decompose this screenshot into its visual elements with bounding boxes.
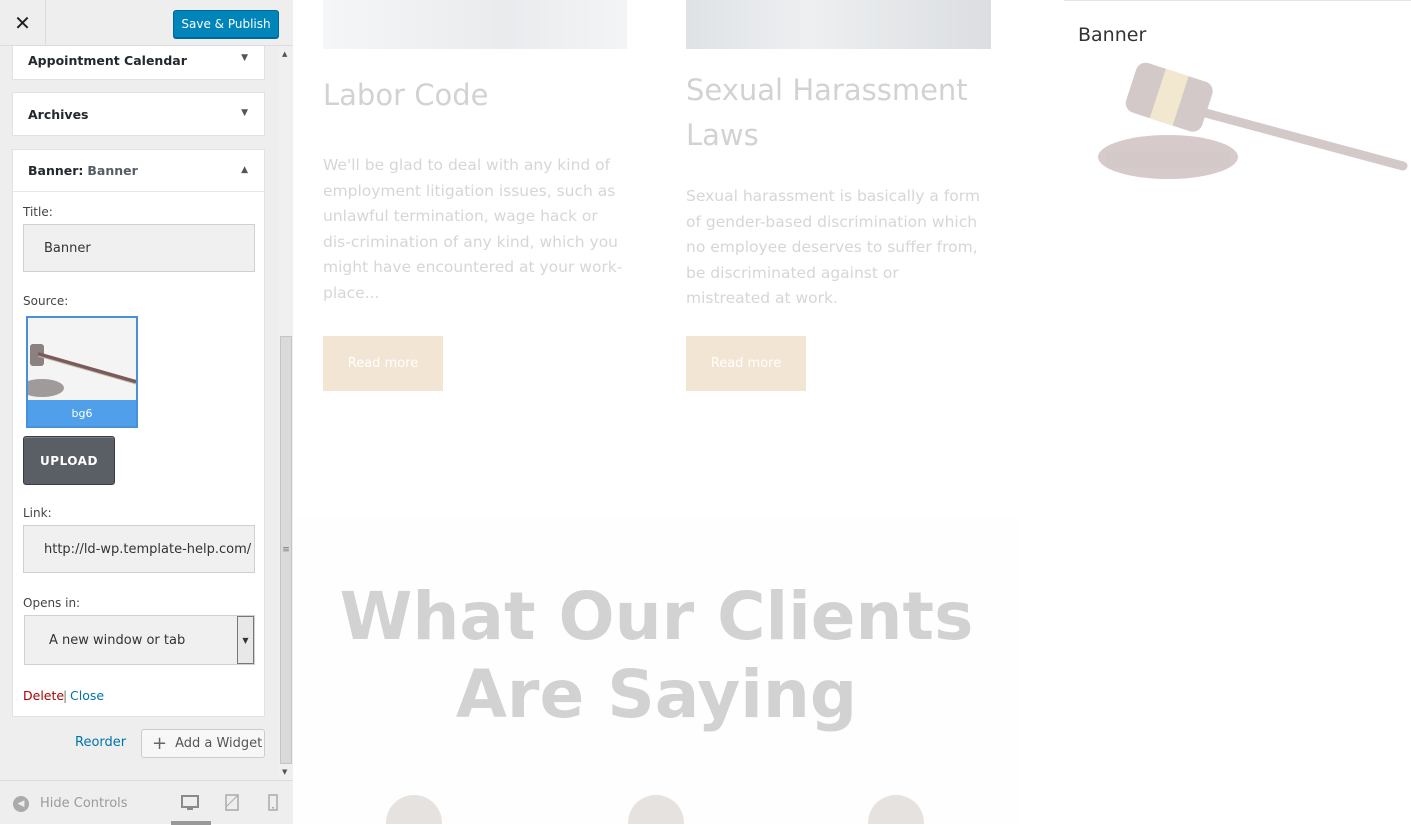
close-customizer-button[interactable]: ✕ [0, 0, 46, 46]
card-title: Labor Code [323, 78, 489, 112]
widget-appointment-calendar[interactable]: Appointment Calendar ▼ [12, 46, 265, 80]
arrow-down-icon[interactable]: ▼ [241, 108, 248, 118]
tablet-icon[interactable] [223, 794, 241, 812]
banner-widget-title-visible: Banner [1078, 24, 1147, 46]
active-device-indicator [171, 821, 211, 825]
arrow-down-icon[interactable]: ▼ [241, 53, 248, 63]
hide-controls-button[interactable]: Hide Controls [40, 796, 128, 811]
add-widget-button[interactable]: + Add a Widget [141, 729, 265, 758]
close-widget-link[interactable]: Close [70, 688, 104, 703]
card-text: We'll be glad to deal with any kind of e… [323, 156, 623, 302]
source-label: Source: [23, 294, 69, 308]
widget-header[interactable]: Banner: Banner ▲ [13, 150, 264, 192]
opens-in-value: A new window or tab [49, 632, 186, 648]
widget-panel: Appointment Calendar ▼ Archives ▼ Banner… [0, 46, 279, 780]
title-label: Title: [23, 205, 53, 219]
opens-in-label: Opens in: [23, 596, 81, 610]
delete-widget-link[interactable]: Delete [23, 688, 64, 703]
scrollbar-thumb[interactable]: ≡ [280, 336, 292, 764]
widget-title: Banner: [28, 163, 84, 178]
title-input[interactable]: Banner [23, 224, 255, 272]
site-preview: Labor Code We'll be glad to deal with an… [294, 0, 1411, 824]
close-icon: ✕ [14, 11, 31, 35]
widget-title: Archives [28, 106, 89, 122]
link-label: Link: [23, 506, 52, 520]
read-more-button[interactable]: Read more [323, 336, 443, 391]
save-publish-button[interactable]: Save & Publish [173, 10, 279, 38]
arrow-up-icon[interactable]: ▲ [241, 165, 248, 175]
scroll-up-arrow-icon[interactable]: ▲ [282, 50, 287, 58]
hide-controls-icon[interactable]: ◀ [13, 796, 29, 812]
plus-icon: + [152, 732, 168, 754]
source-image-thumbnail[interactable]: bg6 [26, 316, 138, 428]
opens-in-select[interactable]: A new window or tab ▼ [24, 615, 255, 665]
upload-button[interactable]: UPLOAD [23, 436, 115, 485]
add-widget-label: Add a Widget [175, 736, 263, 751]
widget-archives[interactable]: Archives ▼ [12, 92, 265, 136]
dropdown-arrow-icon[interactable]: ▼ [237, 616, 254, 664]
scroll-down-arrow-icon[interactable]: ▼ [282, 768, 287, 776]
read-more-button[interactable]: Read more [686, 336, 806, 391]
link-input[interactable]: http://ld-wp.template-help.com/ [23, 525, 255, 573]
gavel-thumbnail-icon [28, 318, 136, 400]
widget-subtitle: Banner [87, 163, 138, 178]
card-title: Sexual Harassment Laws [686, 73, 968, 152]
link-separator: | [63, 688, 68, 703]
gavel-image[interactable] [1088, 61, 1408, 186]
widget-header[interactable]: Archives ▼ [13, 93, 264, 135]
widget-header[interactable]: Appointment Calendar ▼ [13, 46, 264, 74]
customizer-header: ✕ Save & Publish [0, 0, 293, 46]
thumbnail-caption: bg6 [28, 400, 136, 426]
customizer-sidebar: ✕ Save & Publish Appointment Calendar ▼ … [0, 0, 293, 825]
card-image [686, 0, 991, 49]
sidebar-scrollbar[interactable]: ▲ ≡ ▼ [279, 46, 293, 780]
testimonials-title: What Our Clients Are Saying [339, 578, 974, 733]
card-text: Sexual harassment is basically a form of… [686, 187, 980, 308]
desktop-icon[interactable] [181, 794, 199, 812]
widget-title: Appointment Calendar [28, 52, 187, 68]
grip-icon: ≡ [282, 545, 290, 555]
widget-banner: Banner: Banner ▲ Title: Banner Source: b… [12, 149, 265, 717]
customizer-footer: ◀ Hide Controls [0, 780, 293, 825]
mobile-icon[interactable] [264, 794, 282, 812]
card-image [323, 0, 627, 49]
reorder-link[interactable]: Reorder [75, 735, 126, 750]
